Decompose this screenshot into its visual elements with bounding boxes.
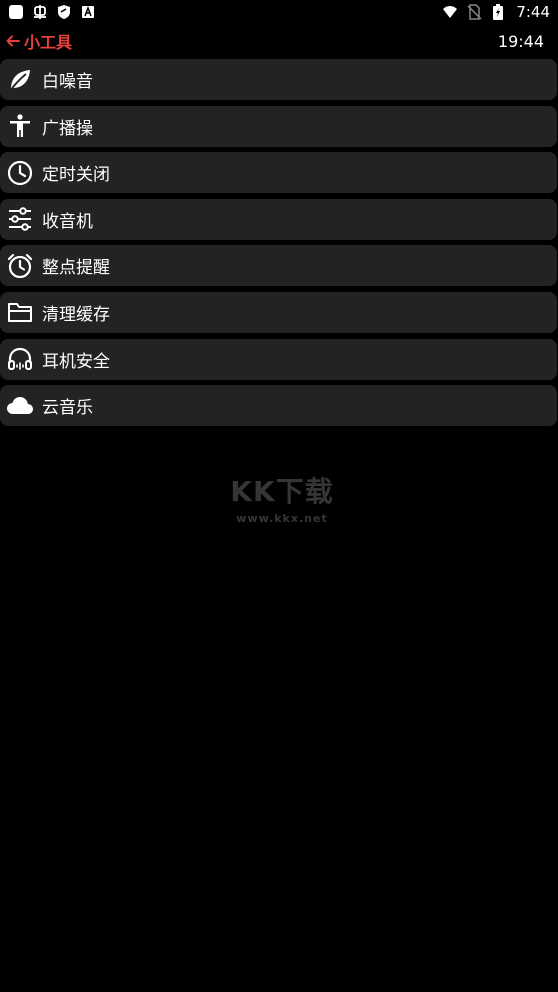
- cloud-icon: [6, 392, 34, 420]
- menu-item-label: 整点提醒: [42, 258, 110, 279]
- battery-charging-icon: [490, 4, 506, 20]
- page-title: 小工具: [24, 33, 73, 52]
- status-time: 7:44: [516, 3, 550, 21]
- menu-item-radio[interactable]: 收音机: [0, 198, 557, 240]
- no-sim-icon: [466, 4, 482, 20]
- toolbar: 小工具 19:44: [0, 28, 558, 54]
- watermark-url: www.kkx.net: [236, 512, 328, 525]
- headphones-icon: [6, 345, 34, 373]
- menu-item-cloud-music[interactable]: 云音乐: [0, 385, 557, 427]
- shield-icon: [56, 4, 72, 20]
- bug-icon: [32, 4, 48, 20]
- person-icon: [6, 112, 34, 140]
- alarm-icon: [6, 252, 34, 280]
- status-right-icons: 7:44: [442, 3, 550, 21]
- menu-item-hourly-reminder[interactable]: 整点提醒: [0, 245, 557, 287]
- status-bar: 7:44: [0, 0, 558, 24]
- clock-icon: [6, 159, 34, 187]
- menu-item-headphone-safety[interactable]: 耳机安全: [0, 338, 557, 380]
- menu-item-label: 耳机安全: [42, 351, 110, 372]
- menu-item-label: 云音乐: [42, 398, 93, 419]
- folder-icon: [6, 298, 34, 326]
- menu-item-sleep-timer[interactable]: 定时关闭: [0, 152, 557, 194]
- tools-menu-list: 白噪音 广播操 定时关闭 收音机 整点提醒 清理缓存 耳机安全 云音乐: [0, 59, 558, 432]
- font-a-icon: [80, 4, 96, 20]
- arrow-left-icon: [6, 34, 20, 48]
- watermark-logo-text: KK下载: [230, 475, 334, 508]
- menu-item-label: 收音机: [42, 211, 93, 232]
- wifi-icon: [442, 4, 458, 20]
- status-left-icons: [8, 4, 96, 20]
- menu-item-label: 清理缓存: [42, 304, 110, 325]
- menu-item-broadcast-exercise[interactable]: 广播操: [0, 105, 557, 147]
- clock-display: 19:44: [497, 31, 544, 51]
- sliders-icon: [6, 205, 34, 233]
- menu-item-white-noise[interactable]: 白噪音: [0, 59, 557, 100]
- menu-item-label: 广播操: [42, 118, 93, 139]
- back-button[interactable]: 小工具: [6, 29, 72, 53]
- menu-item-clear-cache[interactable]: 清理缓存: [0, 291, 557, 333]
- menu-item-label: 定时关闭: [42, 165, 110, 186]
- menu-item-label: 白噪音: [42, 72, 93, 92]
- leaf-icon: [6, 66, 34, 94]
- app-square-icon: [8, 4, 24, 20]
- watermark: KK下载 www.kkx.net: [222, 470, 342, 530]
